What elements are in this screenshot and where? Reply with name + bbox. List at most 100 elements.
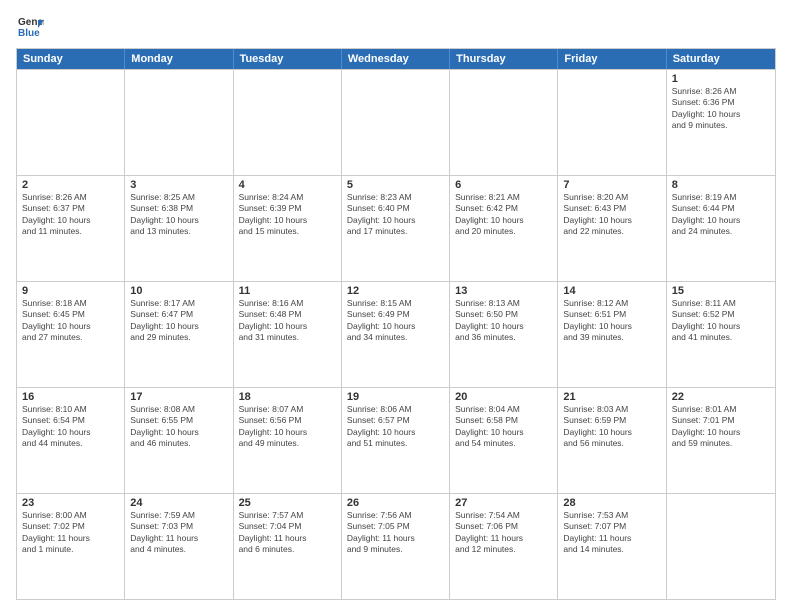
calendar-cell: 6Sunrise: 8:21 AM Sunset: 6:42 PM Daylig…: [450, 176, 558, 281]
calendar-cell: 7Sunrise: 8:20 AM Sunset: 6:43 PM Daylig…: [558, 176, 666, 281]
day-number: 23: [22, 497, 119, 509]
weekday-header: Saturday: [667, 49, 775, 69]
calendar-cell: 12Sunrise: 8:15 AM Sunset: 6:49 PM Dayli…: [342, 282, 450, 387]
calendar-cell: 8Sunrise: 8:19 AM Sunset: 6:44 PM Daylig…: [667, 176, 775, 281]
calendar-cell: 21Sunrise: 8:03 AM Sunset: 6:59 PM Dayli…: [558, 388, 666, 493]
cell-info: Sunrise: 8:20 AM Sunset: 6:43 PM Dayligh…: [563, 192, 660, 238]
cell-info: Sunrise: 8:26 AM Sunset: 6:37 PM Dayligh…: [22, 192, 119, 238]
day-number: 8: [672, 179, 770, 191]
calendar-cell: 2Sunrise: 8:26 AM Sunset: 6:37 PM Daylig…: [17, 176, 125, 281]
day-number: 27: [455, 497, 552, 509]
calendar-cell: 5Sunrise: 8:23 AM Sunset: 6:40 PM Daylig…: [342, 176, 450, 281]
day-number: 14: [563, 285, 660, 297]
cell-info: Sunrise: 8:11 AM Sunset: 6:52 PM Dayligh…: [672, 298, 770, 344]
calendar-cell: 26Sunrise: 7:56 AM Sunset: 7:05 PM Dayli…: [342, 494, 450, 599]
day-number: 17: [130, 391, 227, 403]
calendar-cell: 13Sunrise: 8:13 AM Sunset: 6:50 PM Dayli…: [450, 282, 558, 387]
day-number: 13: [455, 285, 552, 297]
calendar-cell: [450, 70, 558, 175]
cell-info: Sunrise: 8:25 AM Sunset: 6:38 PM Dayligh…: [130, 192, 227, 238]
cell-info: Sunrise: 8:06 AM Sunset: 6:57 PM Dayligh…: [347, 404, 444, 450]
calendar-row: 9Sunrise: 8:18 AM Sunset: 6:45 PM Daylig…: [17, 281, 775, 387]
calendar-row: 23Sunrise: 8:00 AM Sunset: 7:02 PM Dayli…: [17, 493, 775, 599]
cell-info: Sunrise: 8:07 AM Sunset: 6:56 PM Dayligh…: [239, 404, 336, 450]
calendar-cell: 17Sunrise: 8:08 AM Sunset: 6:55 PM Dayli…: [125, 388, 233, 493]
day-number: 21: [563, 391, 660, 403]
calendar-cell: 9Sunrise: 8:18 AM Sunset: 6:45 PM Daylig…: [17, 282, 125, 387]
calendar-cell: 22Sunrise: 8:01 AM Sunset: 7:01 PM Dayli…: [667, 388, 775, 493]
day-number: 18: [239, 391, 336, 403]
day-number: 16: [22, 391, 119, 403]
day-number: 25: [239, 497, 336, 509]
cell-info: Sunrise: 8:21 AM Sunset: 6:42 PM Dayligh…: [455, 192, 552, 238]
calendar-cell: 16Sunrise: 8:10 AM Sunset: 6:54 PM Dayli…: [17, 388, 125, 493]
weekday-header: Friday: [558, 49, 666, 69]
calendar-cell: 19Sunrise: 8:06 AM Sunset: 6:57 PM Dayli…: [342, 388, 450, 493]
cell-info: Sunrise: 8:24 AM Sunset: 6:39 PM Dayligh…: [239, 192, 336, 238]
cell-info: Sunrise: 8:01 AM Sunset: 7:01 PM Dayligh…: [672, 404, 770, 450]
cell-info: Sunrise: 7:53 AM Sunset: 7:07 PM Dayligh…: [563, 510, 660, 556]
calendar-cell: [234, 70, 342, 175]
weekday-header: Wednesday: [342, 49, 450, 69]
cell-info: Sunrise: 8:26 AM Sunset: 6:36 PM Dayligh…: [672, 86, 770, 132]
cell-info: Sunrise: 8:00 AM Sunset: 7:02 PM Dayligh…: [22, 510, 119, 556]
cell-info: Sunrise: 7:56 AM Sunset: 7:05 PM Dayligh…: [347, 510, 444, 556]
day-number: 10: [130, 285, 227, 297]
calendar-cell: [342, 70, 450, 175]
calendar-cell: [17, 70, 125, 175]
calendar-cell: 20Sunrise: 8:04 AM Sunset: 6:58 PM Dayli…: [450, 388, 558, 493]
calendar-cell: 23Sunrise: 8:00 AM Sunset: 7:02 PM Dayli…: [17, 494, 125, 599]
calendar-cell: 11Sunrise: 8:16 AM Sunset: 6:48 PM Dayli…: [234, 282, 342, 387]
cell-info: Sunrise: 8:03 AM Sunset: 6:59 PM Dayligh…: [563, 404, 660, 450]
day-number: 26: [347, 497, 444, 509]
calendar-cell: 1Sunrise: 8:26 AM Sunset: 6:36 PM Daylig…: [667, 70, 775, 175]
cell-info: Sunrise: 8:12 AM Sunset: 6:51 PM Dayligh…: [563, 298, 660, 344]
day-number: 11: [239, 285, 336, 297]
day-number: 3: [130, 179, 227, 191]
day-number: 22: [672, 391, 770, 403]
day-number: 6: [455, 179, 552, 191]
day-number: 9: [22, 285, 119, 297]
day-number: 20: [455, 391, 552, 403]
page: General Blue SundayMondayTuesdayWednesda…: [0, 0, 792, 612]
logo: General Blue: [16, 12, 44, 40]
calendar-cell: 15Sunrise: 8:11 AM Sunset: 6:52 PM Dayli…: [667, 282, 775, 387]
weekday-header: Monday: [125, 49, 233, 69]
calendar-cell: [667, 494, 775, 599]
header: General Blue: [16, 12, 776, 40]
day-number: 12: [347, 285, 444, 297]
calendar-header: SundayMondayTuesdayWednesdayThursdayFrid…: [17, 49, 775, 69]
weekday-header: Tuesday: [234, 49, 342, 69]
calendar-cell: 25Sunrise: 7:57 AM Sunset: 7:04 PM Dayli…: [234, 494, 342, 599]
cell-info: Sunrise: 8:10 AM Sunset: 6:54 PM Dayligh…: [22, 404, 119, 450]
cell-info: Sunrise: 7:59 AM Sunset: 7:03 PM Dayligh…: [130, 510, 227, 556]
cell-info: Sunrise: 8:19 AM Sunset: 6:44 PM Dayligh…: [672, 192, 770, 238]
cell-info: Sunrise: 8:08 AM Sunset: 6:55 PM Dayligh…: [130, 404, 227, 450]
cell-info: Sunrise: 8:17 AM Sunset: 6:47 PM Dayligh…: [130, 298, 227, 344]
calendar-cell: 4Sunrise: 8:24 AM Sunset: 6:39 PM Daylig…: [234, 176, 342, 281]
day-number: 24: [130, 497, 227, 509]
svg-text:Blue: Blue: [18, 28, 40, 39]
calendar-cell: 3Sunrise: 8:25 AM Sunset: 6:38 PM Daylig…: [125, 176, 233, 281]
calendar-row: 1Sunrise: 8:26 AM Sunset: 6:36 PM Daylig…: [17, 69, 775, 175]
calendar-cell: 10Sunrise: 8:17 AM Sunset: 6:47 PM Dayli…: [125, 282, 233, 387]
cell-info: Sunrise: 8:15 AM Sunset: 6:49 PM Dayligh…: [347, 298, 444, 344]
day-number: 7: [563, 179, 660, 191]
calendar-body: 1Sunrise: 8:26 AM Sunset: 6:36 PM Daylig…: [17, 69, 775, 599]
cell-info: Sunrise: 8:13 AM Sunset: 6:50 PM Dayligh…: [455, 298, 552, 344]
day-number: 15: [672, 285, 770, 297]
calendar: SundayMondayTuesdayWednesdayThursdayFrid…: [16, 48, 776, 600]
cell-info: Sunrise: 7:54 AM Sunset: 7:06 PM Dayligh…: [455, 510, 552, 556]
calendar-row: 16Sunrise: 8:10 AM Sunset: 6:54 PM Dayli…: [17, 387, 775, 493]
day-number: 19: [347, 391, 444, 403]
calendar-cell: 28Sunrise: 7:53 AM Sunset: 7:07 PM Dayli…: [558, 494, 666, 599]
calendar-cell: 24Sunrise: 7:59 AM Sunset: 7:03 PM Dayli…: [125, 494, 233, 599]
weekday-header: Thursday: [450, 49, 558, 69]
day-number: 2: [22, 179, 119, 191]
logo-icon: General Blue: [16, 12, 44, 40]
cell-info: Sunrise: 8:16 AM Sunset: 6:48 PM Dayligh…: [239, 298, 336, 344]
calendar-cell: [125, 70, 233, 175]
calendar-cell: 14Sunrise: 8:12 AM Sunset: 6:51 PM Dayli…: [558, 282, 666, 387]
day-number: 28: [563, 497, 660, 509]
day-number: 1: [672, 73, 770, 85]
